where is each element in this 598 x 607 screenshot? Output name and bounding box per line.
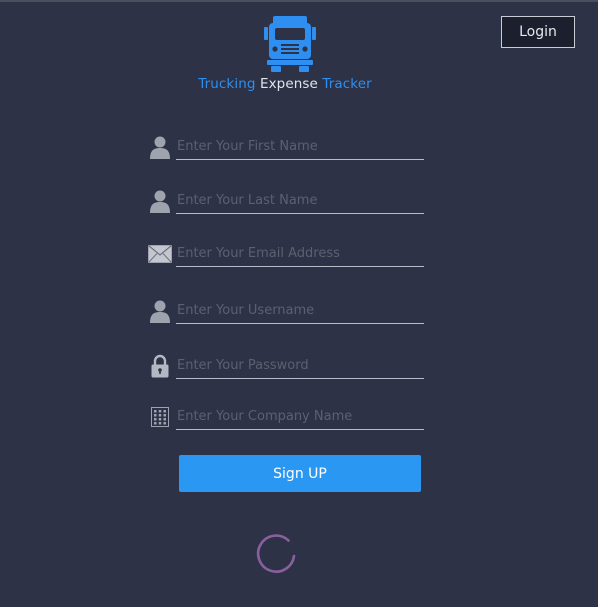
lock-icon [148, 353, 172, 379]
last-name-input[interactable] [176, 188, 424, 214]
first-name-input[interactable] [176, 134, 424, 160]
app-title-word-tracker: Tracker [322, 76, 372, 92]
first-name-field [148, 134, 424, 168]
username-field [148, 298, 424, 332]
envelope-icon [148, 241, 172, 267]
login-button[interactable]: Login [501, 16, 575, 48]
company-name-input[interactable] [176, 404, 424, 430]
password-field [148, 353, 424, 387]
app-title-word-expense: Expense [259, 76, 318, 92]
loading-spinner-icon [250, 527, 302, 579]
sign-up-button[interactable]: Sign UP [179, 455, 421, 492]
user-icon [148, 298, 172, 324]
window-top-border [0, 0, 598, 2]
app-title: Trucking Expense Tracker [0, 76, 570, 92]
email-field [148, 241, 424, 275]
user-icon [148, 134, 172, 160]
user-icon [148, 188, 172, 214]
email-input[interactable] [176, 241, 424, 267]
app-title-word-trucking: Trucking [198, 76, 256, 92]
building-icon [148, 404, 172, 430]
last-name-field [148, 188, 424, 222]
password-input[interactable] [176, 353, 424, 379]
truck-icon [263, 15, 317, 73]
username-input[interactable] [176, 298, 424, 324]
company-name-field [148, 404, 424, 438]
